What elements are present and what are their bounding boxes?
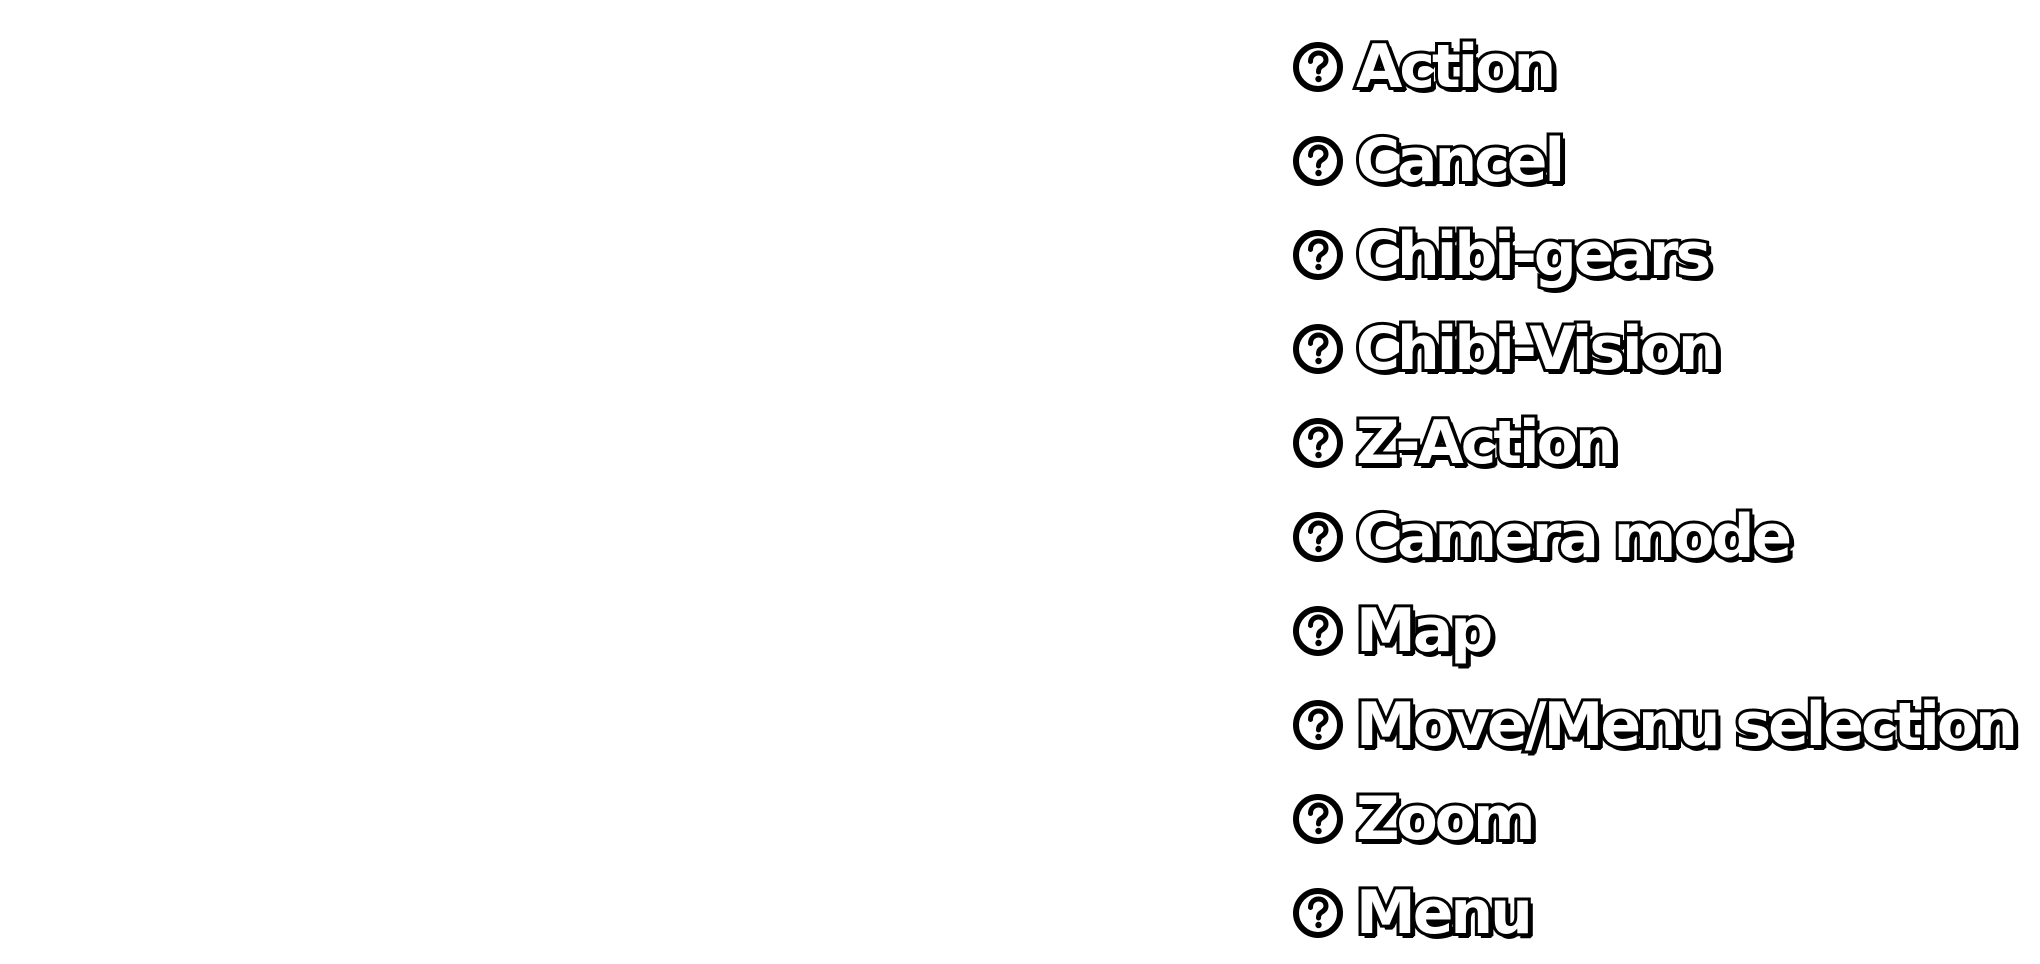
question-mark-button-icon: [1292, 699, 1344, 751]
control-row-action: Action: [1292, 20, 2015, 114]
question-mark-button-icon: [1292, 135, 1344, 187]
control-label-camera-mode: Camera mode: [1353, 502, 1795, 572]
control-label-z-action: Z-Action: [1353, 408, 1621, 478]
control-row-cancel: Cancel: [1292, 114, 2015, 208]
control-row-move-menu-selection: Move/Menu selection: [1292, 678, 2021, 772]
control-label-action: Action: [1353, 32, 1559, 102]
control-row-menu: Menu: [1292, 866, 2015, 960]
control-row-zoom: Zoom: [1292, 772, 2015, 866]
control-label-move-menu-selection: Move/Menu selection: [1353, 690, 2021, 760]
control-label-zoom: Zoom: [1353, 784, 1538, 854]
control-label-cancel: Cancel: [1353, 126, 1568, 196]
control-row-chibi-gears: Chibi-gears: [1292, 208, 2015, 302]
question-mark-button-icon: [1292, 793, 1344, 845]
question-mark-button-icon: [1292, 229, 1344, 281]
question-mark-button-icon: [1292, 887, 1344, 939]
control-row-map: Map: [1292, 584, 2015, 678]
control-label-chibi-gears: Chibi-gears: [1353, 220, 1714, 290]
controls-legend: Action Cancel Chibi-gears Chibi-Vision Z…: [1292, 20, 2021, 960]
control-row-camera-mode: Camera mode: [1292, 490, 2015, 584]
question-mark-button-icon: [1292, 417, 1344, 469]
question-mark-button-icon: [1292, 511, 1344, 563]
control-row-z-action: Z-Action: [1292, 396, 2015, 490]
question-mark-button-icon: [1292, 323, 1344, 375]
control-label-menu: Menu: [1353, 878, 1536, 948]
control-label-map: Map: [1353, 596, 1496, 666]
question-mark-button-icon: [1292, 41, 1344, 93]
control-label-chibi-vision: Chibi-Vision: [1353, 314, 1724, 384]
control-row-chibi-vision: Chibi-Vision: [1292, 302, 2015, 396]
question-mark-button-icon: [1292, 605, 1344, 657]
